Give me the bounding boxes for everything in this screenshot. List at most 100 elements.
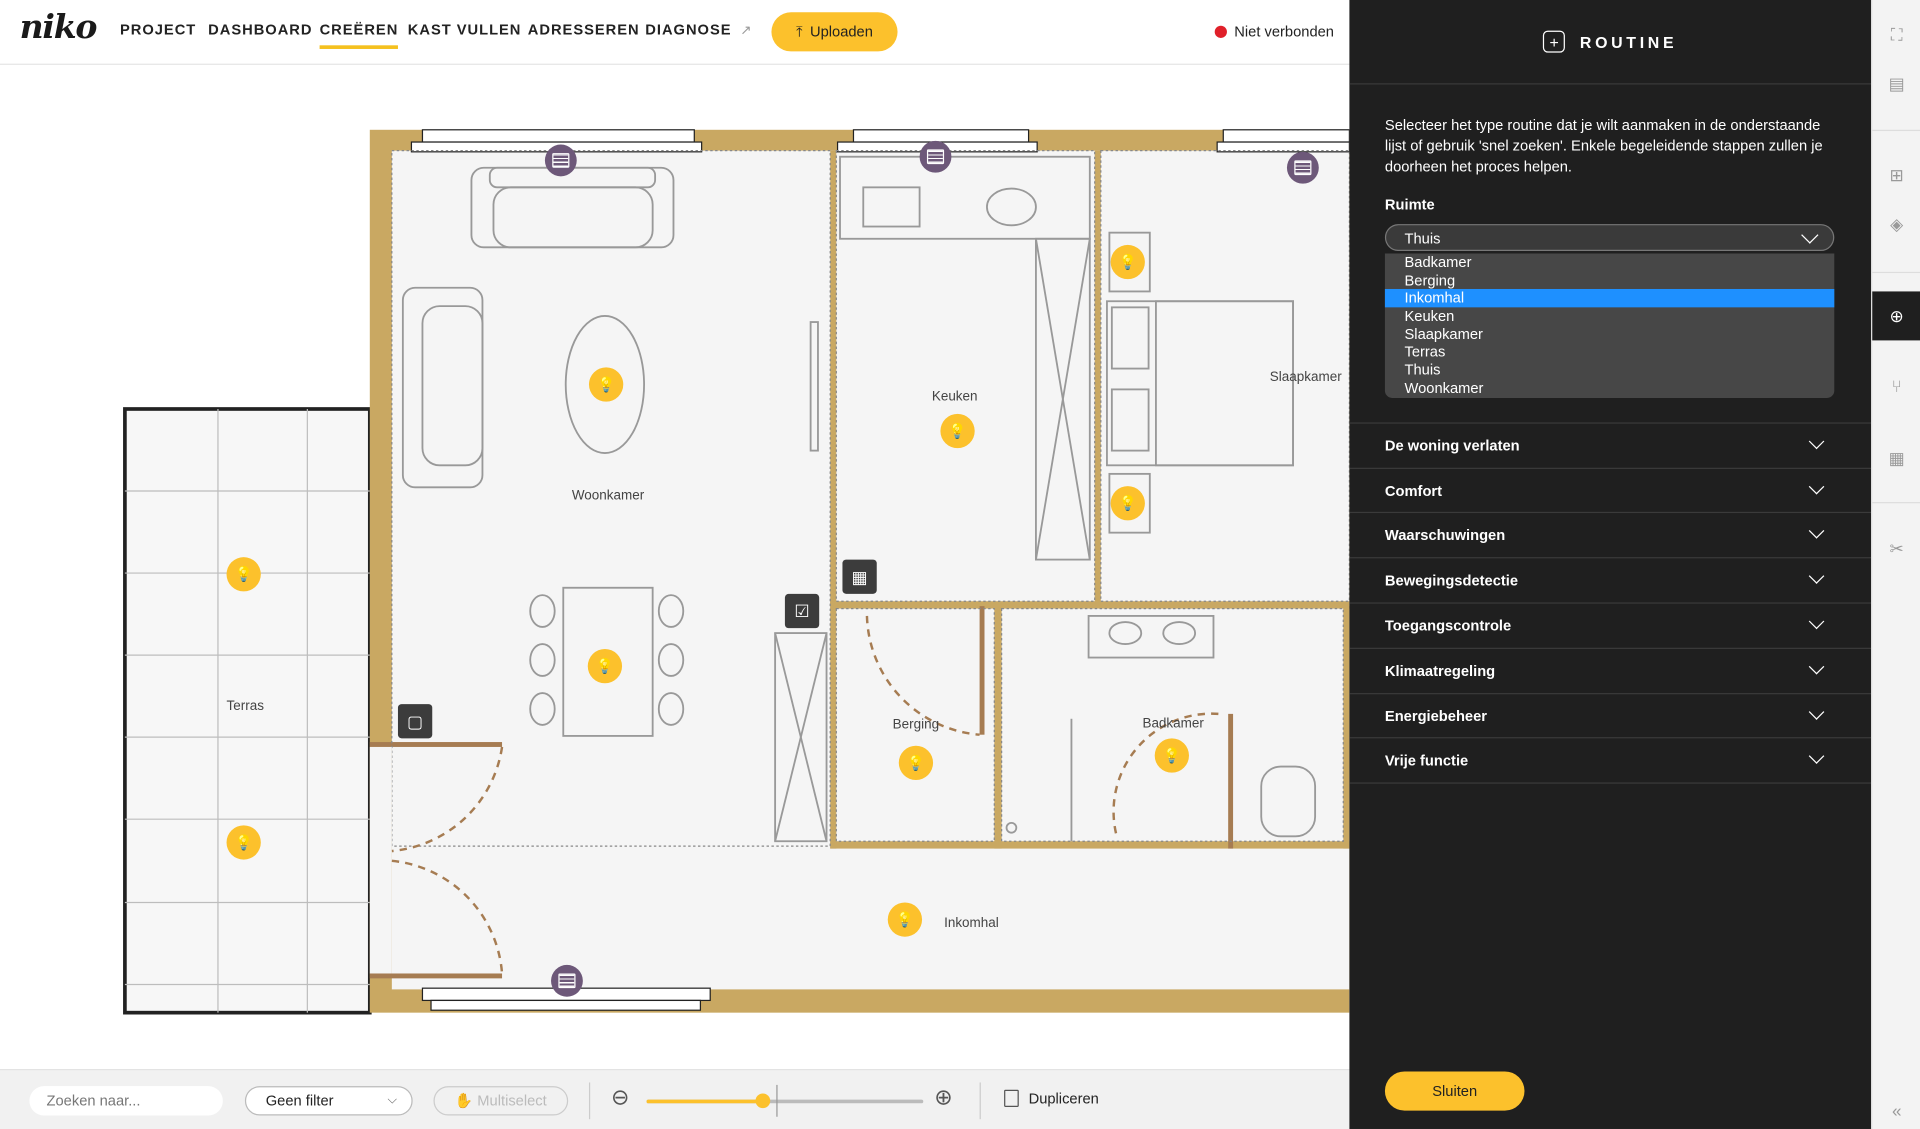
section-label: Vrije functie xyxy=(1384,751,1469,769)
close-button[interactable]: Sluiten xyxy=(1384,1071,1525,1111)
routine-panel: + ROUTINE Selecteer het type routine dat… xyxy=(1349,0,1872,1129)
chevron-down-icon xyxy=(1808,748,1825,764)
shutter-icon[interactable] xyxy=(544,144,577,177)
search-input[interactable]: Zoeken naar... xyxy=(29,1086,223,1116)
lightbulb-icon[interactable]: 💡 xyxy=(1154,738,1189,773)
room-label-berging[interactable]: Berging xyxy=(893,718,939,733)
collapse-panel-icon[interactable]: « xyxy=(1886,1100,1908,1122)
external-link-icon: ↗ xyxy=(740,23,753,38)
floorplan-drawing xyxy=(123,129,1350,1015)
fullscreen-icon[interactable]: ⛶ xyxy=(1886,23,1908,45)
hand-icon: ✋ xyxy=(454,1092,474,1110)
zoom-slider-handle[interactable] xyxy=(755,1093,771,1109)
section-waarschuwingen[interactable]: Waarschuwingen xyxy=(1349,511,1872,557)
switch-icon[interactable]: ▢ xyxy=(397,704,433,739)
nav-diagnose[interactable]: DIAGNOSE ↗ xyxy=(645,21,752,38)
nav-creeren[interactable]: CREËREN xyxy=(319,21,399,49)
section-comfort[interactable]: Comfort xyxy=(1349,467,1872,513)
share-icon[interactable]: ⑂ xyxy=(1886,375,1908,397)
multiselect-button[interactable]: ✋ Multiselect xyxy=(433,1086,569,1116)
ruimte-option[interactable]: Thuis xyxy=(1385,361,1834,379)
chevron-down-icon xyxy=(1801,226,1819,244)
lightbulb-icon[interactable]: 💡 xyxy=(1110,486,1145,521)
ruimte-option[interactable]: Badkamer xyxy=(1385,253,1834,271)
toolbar-divider xyxy=(588,1082,591,1120)
upload-icon: ⤒ xyxy=(796,22,803,40)
ruimte-option[interactable]: Inkomhal xyxy=(1384,289,1835,308)
shutter-icon[interactable] xyxy=(551,964,583,997)
floorplan-canvas[interactable]: Woonkamer Keuken Slaapkamer Terras Bergi… xyxy=(0,64,1350,1069)
lightbulb-icon[interactable]: 💡 xyxy=(887,902,923,937)
map-icon[interactable]: ▤ xyxy=(1886,72,1908,94)
panel-title: ROUTINE xyxy=(1579,32,1678,51)
ruimte-dropdown: Badkamer Berging Inkomhal Keuken Slaapka… xyxy=(1384,253,1835,398)
nav-adresseren[interactable]: ADRESSEREN xyxy=(528,21,640,38)
bottom-toolbar: Zoeken naar... Geen filter ⌵ ✋ Multisele… xyxy=(0,1068,1350,1129)
panel-description: Selecteer het type routine dat je wilt a… xyxy=(1384,116,1823,176)
connection-status: Niet verbonden xyxy=(1214,23,1334,40)
shutter-icon[interactable] xyxy=(919,140,952,173)
chevron-down-icon xyxy=(1808,478,1825,495)
filter-select[interactable]: Geen filter ⌵ xyxy=(244,1086,413,1116)
zoom-slider[interactable] xyxy=(646,1093,924,1109)
status-dot-icon xyxy=(1214,25,1227,38)
room-label-keuken[interactable]: Keuken xyxy=(932,389,978,404)
nav-diagnose-label: DIAGNOSE xyxy=(645,20,732,38)
niko-logo: niko xyxy=(19,8,98,47)
ruimte-label: Ruimte xyxy=(1384,195,1435,214)
lightbulb-icon[interactable]: 💡 xyxy=(226,825,261,860)
nav-project[interactable]: PROJECT xyxy=(120,21,196,38)
ruimte-option[interactable]: Slaapkamer xyxy=(1385,325,1834,343)
chevron-down-icon: ⌵ xyxy=(387,1093,397,1107)
chevron-down-icon xyxy=(1808,568,1825,584)
lightbulb-icon[interactable]: 💡 xyxy=(226,557,261,592)
section-de-woning-verlaten[interactable]: De woning verlaten xyxy=(1349,422,1872,467)
room-label-slaapkamer[interactable]: Slaapkamer xyxy=(1270,370,1342,385)
duplicate-label: Dupliceren xyxy=(1028,1089,1099,1107)
ruimte-option[interactable]: Woonkamer xyxy=(1385,379,1834,397)
add-element-icon[interactable]: ⊞ xyxy=(1886,164,1908,186)
section-label: Energiebeheer xyxy=(1384,707,1488,725)
upload-label: Uploaden xyxy=(809,23,873,41)
filter-value: Geen filter xyxy=(265,1092,334,1110)
lightbulb-icon[interactable]: 💡 xyxy=(587,648,623,684)
section-label: Toegangscontrole xyxy=(1384,617,1512,635)
shutter-icon[interactable] xyxy=(1286,151,1319,184)
room-label-inkomhal[interactable]: Inkomhal xyxy=(944,916,999,931)
ruimte-option[interactable]: Berging xyxy=(1385,271,1834,289)
room-label-badkamer[interactable]: Badkamer xyxy=(1142,716,1203,731)
lightbulb-icon[interactable]: 💡 xyxy=(1110,244,1145,280)
section-klimaatregeling[interactable]: Klimaatregeling xyxy=(1349,647,1872,693)
lightbulb-icon[interactable]: 💡 xyxy=(940,413,975,449)
multiselect-label: Multiselect xyxy=(477,1092,547,1110)
grid-device-icon[interactable]: ▦ xyxy=(842,559,877,594)
ruimte-option[interactable]: Terras xyxy=(1385,343,1834,361)
routine-icon[interactable]: ⊕ xyxy=(1886,305,1908,327)
zoom-slider-fill xyxy=(646,1099,763,1104)
lightbulb-icon[interactable]: 💡 xyxy=(588,367,624,402)
right-tool-rail: ⛶ ▤ ⊞ ◈ ⊕ ⑂ ▦ ✂ « xyxy=(1871,0,1920,1129)
section-energiebeheer[interactable]: Energiebeheer xyxy=(1349,693,1872,738)
nav-dashboard[interactable]: DASHBOARD xyxy=(208,21,312,38)
chevron-down-icon xyxy=(1808,658,1825,675)
chevron-down-icon xyxy=(1808,613,1825,630)
section-bewegingsdetectie[interactable]: Bewegingsdetectie xyxy=(1349,557,1872,602)
zoom-default-mark xyxy=(776,1084,778,1117)
nav-kast-vullen[interactable]: KAST VULLEN xyxy=(408,21,522,38)
calendar-icon[interactable]: ▦ xyxy=(1886,447,1908,469)
tools-icon[interactable]: ✂ xyxy=(1886,538,1908,560)
ruimte-select[interactable]: Thuis xyxy=(1384,224,1835,252)
room-label-woonkamer[interactable]: Woonkamer xyxy=(572,489,644,504)
zoom-out-icon[interactable]: ⊖ xyxy=(611,1085,629,1111)
room-label-terras[interactable]: Terras xyxy=(227,699,264,714)
section-vrije-functie[interactable]: Vrije functie xyxy=(1349,737,1872,784)
lightbulb-icon[interactable]: 💡 xyxy=(898,745,934,781)
upload-button[interactable]: ⤒ Uploaden xyxy=(771,12,898,52)
add-shape-icon[interactable]: ◈ xyxy=(1886,213,1908,235)
section-label: Bewegingsdetectie xyxy=(1384,571,1519,589)
section-toegangscontrole[interactable]: Toegangscontrole xyxy=(1349,602,1872,647)
zoom-in-icon[interactable]: ⊕ xyxy=(934,1085,952,1111)
sensor-device-icon[interactable]: ☑ xyxy=(784,593,820,629)
ruimte-option[interactable]: Keuken xyxy=(1385,307,1834,325)
duplicate-button[interactable]: Dupliceren xyxy=(1004,1089,1099,1107)
